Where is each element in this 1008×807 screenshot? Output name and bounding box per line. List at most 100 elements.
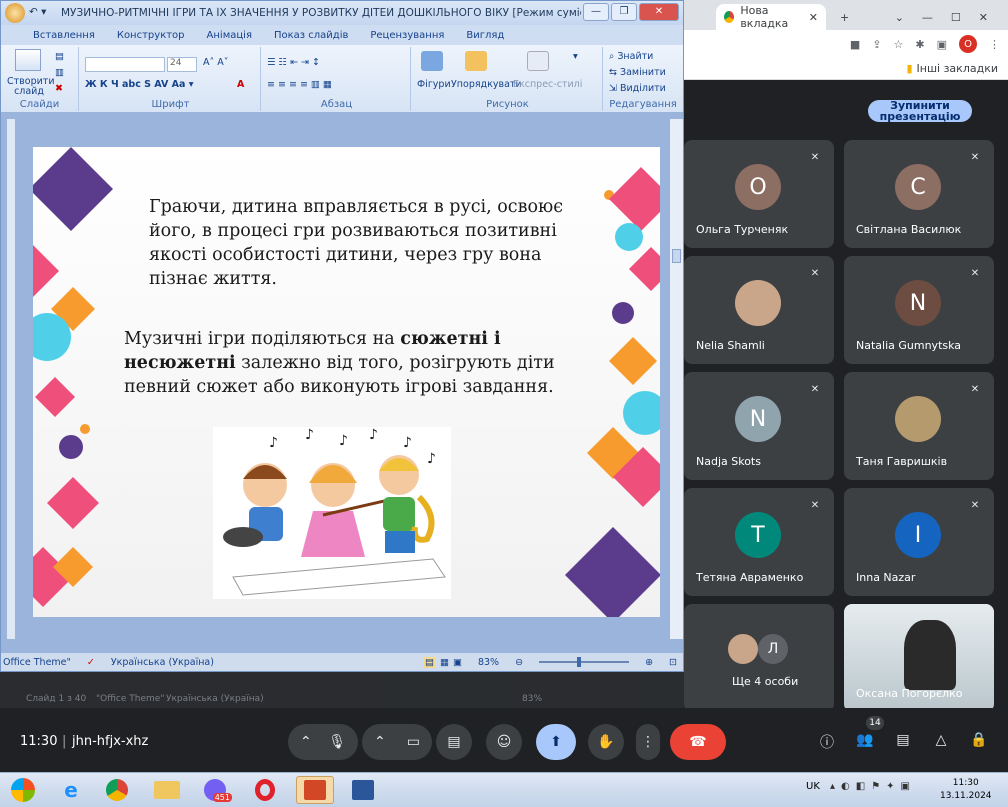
quick-styles-button[interactable]: Експрес-стилі <box>513 79 582 90</box>
new-slide-button[interactable]: Створити слайд <box>7 77 55 97</box>
grow-font-icon[interactable]: A˄ A˅ <box>203 57 229 68</box>
participant-tile[interactable]: ✕ С Світлана Василюк <box>844 140 994 248</box>
font-color-icon[interactable]: A <box>237 79 244 90</box>
camera-control[interactable]: ⌃ ▭ <box>362 724 432 760</box>
select-button[interactable]: ⇲ Виділити <box>609 83 666 94</box>
mic-control[interactable]: ⌃ 🎙 <box>288 724 358 760</box>
chrome-tab-new[interactable]: Нова вкладка ✕ <box>716 4 826 30</box>
taskbar-viber[interactable]: 451 <box>196 776 234 804</box>
ribbon-tab[interactable]: Вставлення <box>33 30 95 41</box>
share-icon[interactable]: ⇪ <box>872 38 881 51</box>
participant-tile[interactable]: ✕ I Inna Nazar <box>844 488 994 596</box>
sidepanel-icon[interactable]: ▣ <box>937 38 947 51</box>
participant-tile[interactable]: Л Ще 4 особи <box>684 604 834 712</box>
participant-tile[interactable]: ✕ N Nadja Skots <box>684 372 834 480</box>
quick-styles-icon[interactable] <box>527 51 549 71</box>
ribbon-tab[interactable]: Анімація <box>207 30 252 41</box>
leave-call-button[interactable]: ☎ <box>670 724 726 760</box>
reset-icon[interactable]: ▥ <box>55 67 64 78</box>
people-icon[interactable]: 👥 <box>854 732 876 754</box>
system-clock[interactable]: 11:30 13.11.2024 <box>940 777 992 803</box>
participant-tile[interactable]: ✕ N Natalia Gumnytska <box>844 256 994 364</box>
info-icon[interactable]: ⓘ <box>816 732 838 754</box>
shapes-icon[interactable] <box>421 51 443 71</box>
other-bookmarks[interactable]: Інші закладки <box>917 62 998 75</box>
star-icon[interactable]: ☆ <box>894 38 904 51</box>
activities-icon[interactable]: △ <box>930 732 952 754</box>
profile-avatar[interactable]: О <box>959 35 977 53</box>
chevron-up-icon[interactable]: ⌃ <box>300 734 312 750</box>
participant-tile[interactable]: ✕ Таня Гавришків <box>844 372 994 480</box>
find-button[interactable]: ⌕ Знайти <box>609 51 653 62</box>
stop-presenting-button[interactable]: Зупинити презентацію <box>868 100 972 122</box>
raise-hand-button[interactable]: ✋ <box>588 724 624 760</box>
chat-icon[interactable]: ▤ <box>892 732 914 754</box>
extensions-icon[interactable]: ✱ <box>915 38 924 51</box>
theme-label[interactable]: Office Theme" <box>3 657 71 668</box>
host-controls-icon[interactable]: 🔒 <box>968 732 990 754</box>
participant-tile[interactable]: ✕ T Тетяна Авраменко <box>684 488 834 596</box>
taskbar-powerpoint[interactable] <box>296 776 334 804</box>
restore-button[interactable]: ❐ <box>611 3 637 21</box>
slide-text-1[interactable]: Граючи, дитина вправляється в русі, осво… <box>149 195 569 291</box>
spellcheck-icon[interactable]: ✓ <box>87 657 95 668</box>
reactions-button[interactable]: ☺ <box>486 724 522 760</box>
new-slide-icon[interactable] <box>15 49 41 71</box>
close-icon[interactable]: ✕ <box>979 11 988 24</box>
vertical-scrollbar[interactable] <box>670 119 683 639</box>
tray-icons[interactable]: ▴◐◧⚑✦▣ <box>830 781 916 792</box>
scrollbar-thumb[interactable] <box>672 249 681 263</box>
taskbar-ie[interactable]: e <box>52 776 90 804</box>
minimize-icon[interactable]: — <box>922 11 933 24</box>
normal-view-icon[interactable]: ▤ <box>423 656 436 668</box>
present-button[interactable]: ⬆ <box>536 724 576 760</box>
new-tab-button[interactable]: + <box>832 4 852 30</box>
chevron-up-icon[interactable]: ⌃ <box>374 734 386 750</box>
font-size-field[interactable]: 24 <box>167 57 197 72</box>
zoom-out-icon[interactable]: ⊖ <box>515 657 523 668</box>
sorter-view-icon[interactable]: ▦ <box>440 657 449 668</box>
ribbon-tab[interactable]: Вигляд <box>466 30 504 41</box>
taskbar-opera[interactable] <box>246 776 284 804</box>
delete-icon[interactable]: ✖ <box>55 83 63 94</box>
language-label[interactable]: Українська (Україна) <box>111 657 214 668</box>
taskbar-chrome[interactable] <box>98 776 136 804</box>
taskbar-explorer[interactable] <box>148 776 186 804</box>
slide-text-2[interactable]: Музичні ігри поділяються на сюжетні і не… <box>124 327 594 399</box>
maximize-icon[interactable]: ☐ <box>951 11 961 24</box>
more-options-button[interactable]: ⋮ <box>636 724 660 760</box>
font-name-field[interactable] <box>85 57 165 72</box>
participant-tile[interactable]: Оксана Погорєлко <box>844 604 994 712</box>
language-indicator[interactable]: UK <box>806 781 820 792</box>
arrange-icon[interactable] <box>465 51 487 71</box>
zoom-in-icon[interactable]: ⊕ <box>645 657 653 668</box>
office-button[interactable] <box>5 3 25 23</box>
camera-icon[interactable]: ■ <box>850 38 860 51</box>
ribbon-tab[interactable]: Рецензування <box>370 30 444 41</box>
shapes-button[interactable]: Фігури <box>417 79 451 90</box>
participant-tile[interactable]: ✕ О Ольга Турченяк <box>684 140 834 248</box>
captions-button[interactable]: ▤ <box>436 724 472 760</box>
slideshow-view-icon[interactable]: ▣ <box>453 657 462 668</box>
ribbon-tab[interactable]: Конструктор <box>117 30 185 41</box>
zoom-slider[interactable] <box>539 657 630 667</box>
quick-access-toolbar[interactable]: ↶ ▾ <box>29 6 46 18</box>
fit-slide-icon[interactable]: ⊡ <box>669 657 677 668</box>
font-style-buttons[interactable]: Ж К Ч abc S AV Aa ▾ <box>85 79 194 90</box>
chevron-down-icon[interactable]: ⌄ <box>895 11 904 24</box>
zoom-level[interactable]: 83% <box>478 657 499 668</box>
close-icon[interactable]: ✕ <box>809 11 818 24</box>
slide-canvas[interactable]: Граючи, дитина вправляється в русі, осво… <box>33 147 660 617</box>
replace-button[interactable]: ⇆ Замінити <box>609 67 666 78</box>
fill-icon[interactable]: ▾ <box>573 51 578 62</box>
arrange-button[interactable]: Упорядкувати <box>451 79 522 90</box>
layout-icon[interactable]: ▤ <box>55 51 64 62</box>
mic-icon[interactable]: 🎙 <box>328 734 346 750</box>
ribbon-tab[interactable]: Показ слайдів <box>274 30 348 41</box>
minimize-button[interactable]: — <box>583 3 609 21</box>
participant-tile[interactable]: ✕ Nelia Shamli <box>684 256 834 364</box>
close-button[interactable]: ✕ <box>639 3 679 21</box>
start-button[interactable] <box>4 776 42 804</box>
menu-icon[interactable]: ⋮ <box>989 38 1000 51</box>
taskbar-word[interactable] <box>344 776 382 804</box>
